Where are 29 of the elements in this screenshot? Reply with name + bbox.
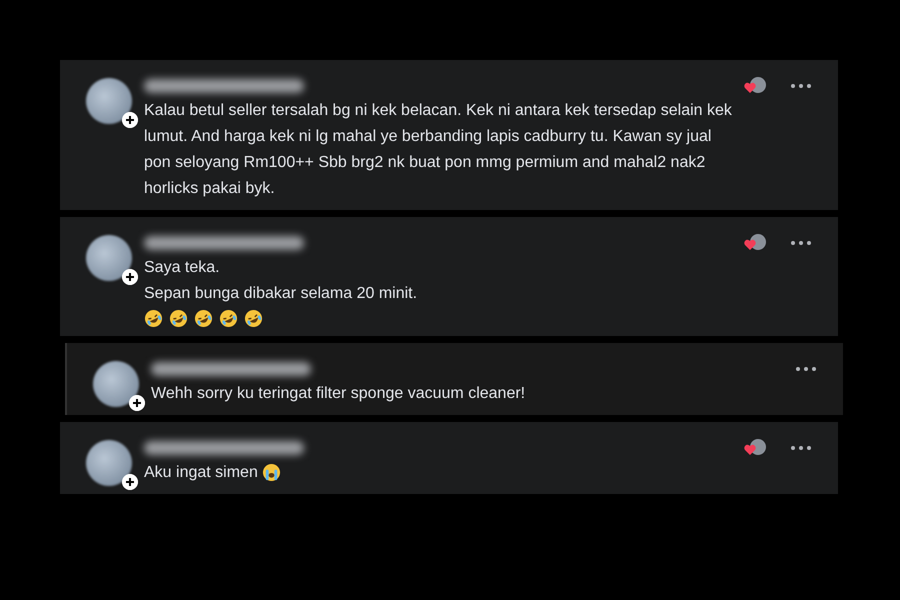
laughing-emoji-icon [219,309,238,328]
more-icon[interactable] [790,83,812,89]
laughing-emoji-icon [194,309,213,328]
reaction-icon[interactable] [744,76,766,96]
laughing-emoji-icon [244,309,263,328]
comment-text: Wehh sorry ku teringat filter sponge vacuum cleaner! [151,385,526,402]
more-icon[interactable] [790,240,812,246]
avatar[interactable] [86,440,132,486]
comment-text: Aku ingat simen [144,464,258,481]
add-friend-icon[interactable] [122,112,138,128]
comment-text: Sepan bunga dibakar selama 20 minit. [144,285,418,302]
crying-emoji-icon [262,463,281,482]
reaction-icon[interactable] [744,233,766,253]
comment-text: lumut. And harga kek ni lg mahal ye berbanding lapis cadburry tu. Kawan sy jual [144,128,712,145]
avatar[interactable] [86,78,132,124]
comment-text: Kalau betul seller tersalah bg ni kek belacan. Kek ni antara kek tersedap selain kek [144,102,732,119]
reaction-icon[interactable] [744,438,766,458]
comment-text: horlicks pakai byk. [144,180,275,197]
add-friend-icon[interactable] [122,269,138,285]
add-friend-icon[interactable] [122,474,138,490]
avatar[interactable] [93,361,139,407]
add-friend-icon[interactable] [129,395,145,411]
comment-text: Saya teka. [144,259,220,276]
avatar[interactable] [86,235,132,281]
laughing-emoji-icon [169,309,188,328]
laughing-emoji-icon [144,309,163,328]
more-icon[interactable] [790,445,812,451]
more-icon[interactable] [795,366,817,372]
comment-text: pon seloyang Rm100++ Sbb brg2 nk buat pon mmg permium and mahal2 nak2 [144,154,706,171]
